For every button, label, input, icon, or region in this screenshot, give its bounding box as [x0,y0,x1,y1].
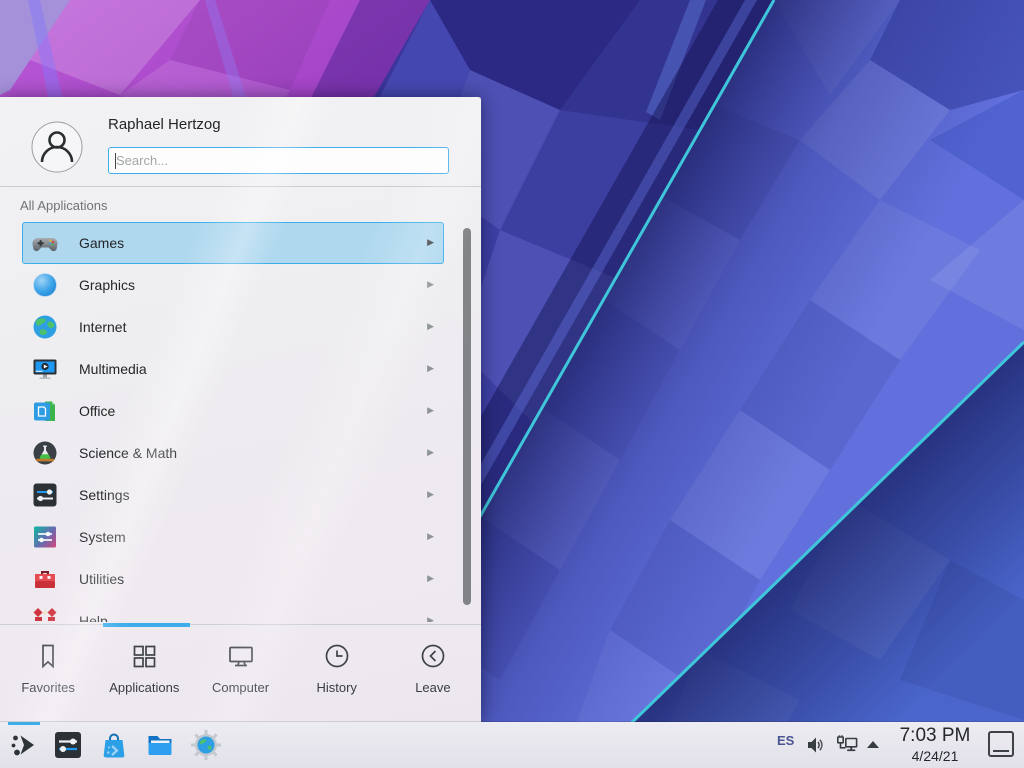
category-label: Multimedia [79,361,147,377]
toolbox-icon [31,565,59,593]
leave-circle-icon [418,641,448,671]
category-label: Internet [79,319,126,335]
category-label: Help [79,613,108,622]
bookmark-icon [33,641,63,671]
tab-favorites[interactable]: Favorites [0,628,96,722]
tab-label: Computer [212,680,269,695]
submenu-arrow-icon: ▶ [427,489,434,500]
category-label: Settings [79,487,130,503]
documents-icon [31,397,59,425]
gamepad-icon [31,229,59,257]
tab-leave[interactable]: Leave [385,628,481,722]
clock-time: 7:03 PM [889,726,981,745]
category-label: Graphics [79,277,135,293]
category-row-science-math[interactable]: Science & Math ▶ [22,432,444,474]
category-row-settings[interactable]: Settings ▶ [22,474,444,516]
sphere-icon [31,271,59,299]
submenu-arrow-icon: ▶ [427,573,434,584]
monitor-play-icon [31,355,59,383]
section-label: All Applications [20,198,107,213]
keyboard-layout-indicator[interactable]: ES [777,733,794,748]
tab-applications[interactable]: Applications [96,628,192,722]
active-tab-indicator [103,623,190,627]
discover-software-center-launcher[interactable] [98,729,130,761]
category-label: Office [79,403,115,419]
category-row-games[interactable]: Games ▶ [22,222,444,264]
desktop-screen: Raphael Hertzog All Applications [0,0,1024,768]
category-row-system[interactable]: System ▶ [22,516,444,558]
category-label: Games [79,235,124,251]
show-desktop-button[interactable] [988,731,1014,757]
submenu-arrow-icon: ▶ [427,363,434,374]
text-cursor [115,153,116,169]
digital-clock[interactable]: 7:03 PM 4/24/21 [889,726,981,763]
category-list: Games ▶ Graphics ▶ [0,222,481,622]
category-label: Utilities [79,571,124,587]
user-name: Raphael Hertzog [108,116,221,133]
user-avatar-icon [31,121,83,173]
submenu-arrow-icon: ▶ [427,405,434,416]
flask-icon [31,439,59,467]
tab-label: Leave [415,680,450,695]
audio-volume-icon[interactable] [806,735,826,755]
application-launcher-panel: Raphael Hertzog All Applications [0,97,481,722]
footer-divider [0,624,481,625]
header-divider [0,186,481,187]
tab-history[interactable]: History [289,628,385,722]
search-field [108,147,449,174]
submenu-arrow-icon: ▶ [427,615,434,622]
launcher-active-indicator [8,722,40,725]
list-scrollbar[interactable] [463,228,471,605]
tab-label: Favorites [21,680,74,695]
category-row-utilities[interactable]: Utilities ▶ [22,558,444,600]
category-label: Science & Math [79,445,177,461]
search-input[interactable] [109,148,448,173]
tab-label: Applications [109,680,179,695]
application-launcher-button[interactable] [8,729,40,761]
system-settings-launcher[interactable] [52,729,84,761]
file-manager-launcher[interactable] [144,729,176,761]
globe-icon [31,313,59,341]
submenu-arrow-icon: ▶ [427,321,434,332]
category-row-internet[interactable]: Internet ▶ [22,306,444,348]
grid-icon [129,641,159,671]
submenu-arrow-icon: ▶ [427,237,434,248]
expand-tray-arrow-icon[interactable] [866,740,880,749]
tab-computer[interactable]: Computer [192,628,288,722]
category-row-graphics[interactable]: Graphics ▶ [22,264,444,306]
tab-label: History [316,680,356,695]
sliders-gradient-icon [31,523,59,551]
life-buoy-icon [31,607,59,622]
web-browser-launcher[interactable] [190,729,222,761]
launcher-tab-bar: Favorites Applications [0,628,481,722]
sliders-dark-icon [31,481,59,509]
monitor-icon [226,641,256,671]
taskbar-panel: ES 7:03 PM [0,722,1024,768]
clock-date: 4/24/21 [889,749,981,763]
category-row-office[interactable]: Office ▶ [22,390,444,432]
category-label: System [79,529,126,545]
category-row-help[interactable]: Help ▶ [22,600,444,622]
network-wired-icon[interactable] [836,734,858,756]
submenu-arrow-icon: ▶ [427,447,434,458]
launcher-header: Raphael Hertzog [0,97,481,186]
submenu-arrow-icon: ▶ [427,279,434,290]
clock-icon [322,641,352,671]
category-row-multimedia[interactable]: Multimedia ▶ [22,348,444,390]
submenu-arrow-icon: ▶ [427,531,434,542]
